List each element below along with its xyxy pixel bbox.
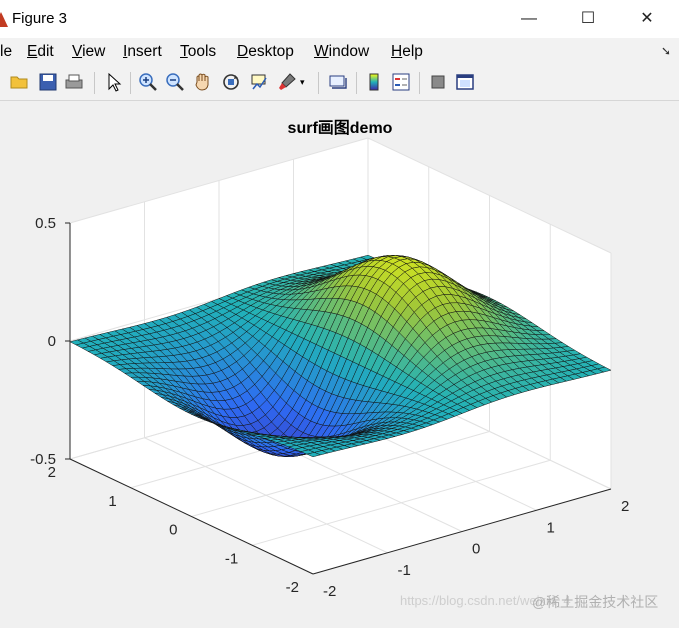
link-plot-icon[interactable] [328,72,348,92]
maximize-button[interactable]: ☐ [573,8,603,30]
y-tick-label: -2 [286,579,299,596]
x-tick-label: 0 [472,541,480,558]
watermark-brand: @稀土掘金技术社区 [532,594,659,610]
print-icon[interactable] [64,72,84,92]
y-tick-label: 0 [169,522,177,539]
dock-arrow-icon[interactable]: ➘ [661,44,671,58]
toolbar-separator [356,72,357,94]
window-titlebar: Figure 3 — ☐ ✕ [0,0,679,39]
y-tick-label: -1 [225,550,238,567]
x-tick-label: -1 [398,562,411,579]
y-tick-label: 1 [108,493,116,510]
menu-tools[interactable]: Tools [180,43,216,61]
surface-plot[interactable]: surf画图demo -0.500.5-2-1012-2-1012 [0,101,679,628]
menu-view[interactable]: View [72,43,105,61]
matlab-app-icon [0,12,8,27]
menu-desktop[interactable]: Desktop [237,43,294,61]
x-tick-label: 2 [621,498,629,515]
x-tick-label: 1 [547,519,555,536]
z-tick-label: 0.5 [35,215,56,232]
pan-hand-icon[interactable] [193,72,213,92]
z-tick-label: 0 [48,333,56,350]
menu-bar: le Edit View Insert Tools Desktop Window… [0,38,679,66]
plot-title: surf画图demo [288,119,393,137]
menu-insert[interactable]: Insert [123,43,162,61]
figure-toolbar: ▾ [0,66,679,101]
hide-plot-tools-icon[interactable] [428,72,448,92]
brush-icon[interactable] [277,72,297,92]
rotate-3d-icon[interactable] [221,72,241,92]
menu-window[interactable]: Window [314,43,369,61]
zoom-out-icon[interactable] [165,72,185,92]
close-button[interactable]: ✕ [632,8,662,30]
menu-edit[interactable]: Edit [27,43,54,61]
legend-icon[interactable] [391,72,411,92]
open-folder-icon[interactable] [10,72,30,92]
x-tick-label: -2 [323,583,336,600]
window-title: Figure 3 [12,10,68,27]
toolbar-separator [130,72,131,94]
toolbar-separator [419,72,420,94]
minimize-button[interactable]: — [514,8,544,30]
toolbar-separator [94,72,95,94]
data-cursor-icon[interactable] [249,72,269,92]
y-tick-label: 2 [48,464,56,481]
save-icon[interactable] [38,72,58,92]
toolbar-separator [318,72,319,94]
colorbar-icon[interactable] [364,72,384,92]
show-plot-tools-icon[interactable] [455,72,475,92]
menu-help[interactable]: Help [391,43,423,61]
zoom-in-icon[interactable] [138,72,158,92]
menu-file[interactable]: le [0,43,12,61]
brush-dropdown-icon[interactable]: ▾ [300,77,305,88]
pointer-icon[interactable] [104,72,124,92]
